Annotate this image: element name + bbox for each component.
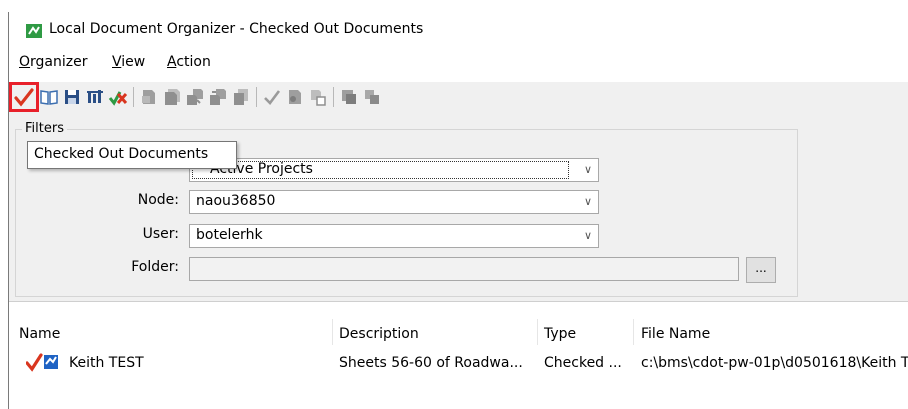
toolbar <box>9 82 908 112</box>
organizer-window: Local Document Organizer - Checked Out D… <box>8 12 908 409</box>
browse-folder-button[interactable]: ... <box>746 257 776 283</box>
checkmark-icon[interactable] <box>262 87 282 107</box>
user-label: User: <box>142 226 179 242</box>
toolbar-separator <box>333 87 334 107</box>
chevron-down-icon: ∨ <box>583 229 592 242</box>
check-cross-icon[interactable] <box>108 87 128 107</box>
menu-organizer-rest: rganizer <box>30 54 88 70</box>
document-export-icon[interactable] <box>208 87 228 107</box>
background-window-strip <box>0 0 908 12</box>
menu-organizer-accel: O <box>19 54 31 70</box>
title-bar[interactable]: Local Document Organizer - Checked Out D… <box>9 12 908 48</box>
menu-action[interactable]: Action <box>167 53 211 71</box>
book-icon[interactable] <box>39 87 59 107</box>
column-header-name[interactable]: Name <box>19 326 60 342</box>
column-separator <box>332 319 333 345</box>
menu-action-accel: A <box>167 54 177 70</box>
chevron-down-icon: ∨ <box>583 163 592 176</box>
document-refresh-icon[interactable] <box>285 87 305 107</box>
document-compare-icon[interactable] <box>339 87 359 107</box>
document-copy-icon[interactable] <box>185 87 205 107</box>
row-name: Keith TEST <box>69 355 144 371</box>
document-icon[interactable] <box>139 87 159 107</box>
save-icon[interactable] <box>62 87 82 107</box>
toolbar-separator <box>256 87 257 107</box>
row-description: Sheets 56-60 of Roadwa... <box>339 355 523 371</box>
column-separator <box>537 319 538 345</box>
app-icon <box>26 24 42 38</box>
toolbar-separator <box>133 87 134 107</box>
menu-action-rest: ction <box>176 54 211 70</box>
document-stack-icon[interactable] <box>162 87 182 107</box>
menu-view-rest: iew <box>121 54 146 70</box>
column-header-file-name[interactable]: File Name <box>641 326 710 342</box>
node-select-value: naou36850 <box>196 193 276 209</box>
document-type-icon <box>44 355 58 369</box>
document-sync-icon[interactable] <box>362 87 382 107</box>
user-select[interactable]: botelerhk ∨ <box>189 224 599 248</box>
column-header-description[interactable]: Description <box>339 326 419 342</box>
column-separator <box>633 319 634 345</box>
user-select-value: botelerhk <box>196 227 263 243</box>
folder-label: Folder: <box>131 259 179 275</box>
row-file-name: c:\bms\cdot-pw-01p\d0501618\Keith T <box>641 355 908 371</box>
menu-organizer[interactable]: Organizer <box>19 53 88 71</box>
documents-list: Name Description Type File Name Keith TE… <box>9 303 908 409</box>
properties-icon[interactable] <box>85 87 105 107</box>
checkout-status-icon <box>25 353 43 372</box>
folder-field[interactable] <box>189 257 739 281</box>
document-link-icon[interactable] <box>308 87 328 107</box>
row-icons <box>25 352 74 372</box>
row-type: Checked ... <box>544 355 622 371</box>
filters-legend: Filters <box>22 121 67 136</box>
toolbar-tooltip: Checked Out Documents <box>27 141 237 169</box>
checked-out-documents-icon[interactable] <box>9 82 39 112</box>
project-select[interactable]: Active Projects ∨ <box>189 158 599 182</box>
document-pages-icon[interactable] <box>231 87 251 107</box>
node-select[interactable]: naou36850 ∨ <box>189 190 599 214</box>
menu-view-accel: V <box>112 54 122 70</box>
chevron-down-icon: ∨ <box>583 195 592 208</box>
menu-view[interactable]: View <box>112 53 145 71</box>
column-header-type[interactable]: Type <box>544 326 576 342</box>
node-label: Node: <box>137 192 179 208</box>
window-title: Local Document Organizer - Checked Out D… <box>49 21 424 37</box>
